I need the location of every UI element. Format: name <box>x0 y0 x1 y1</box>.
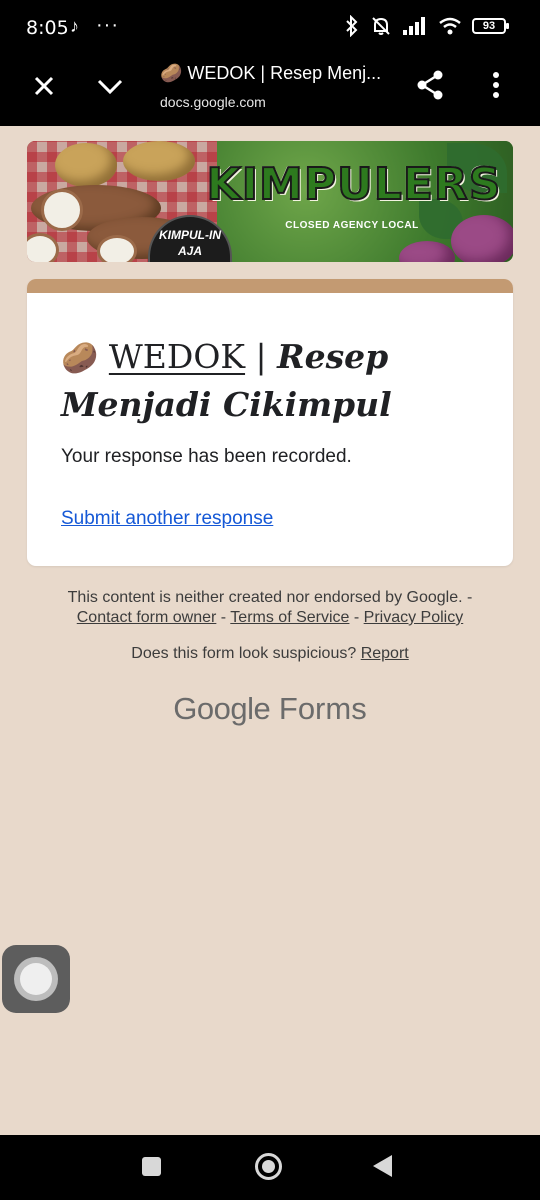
mute-bell-icon <box>372 17 390 35</box>
wifi-icon <box>439 17 461 35</box>
bluetooth-icon <box>346 15 358 37</box>
home-circle-icon[interactable] <box>255 1153 282 1180</box>
share-icon[interactable] <box>414 69 446 101</box>
close-icon[interactable] <box>28 70 60 102</box>
signal-icon <box>403 17 425 35</box>
form-title-separator: | <box>245 337 278 376</box>
system-navigation-bar <box>0 1135 540 1200</box>
taro-slice-illustration <box>41 189 83 231</box>
potato-illustration <box>123 141 195 181</box>
tiktok-notification-icon: ♪ <box>70 16 79 36</box>
potato-emoji-icon: 🥔 <box>61 341 99 376</box>
recents-square-icon[interactable] <box>142 1157 161 1176</box>
google-disclaimer: This content is neither created nor endo… <box>67 589 473 606</box>
footer-separator: - <box>216 609 231 626</box>
more-notifications-icon: ··· <box>96 14 119 36</box>
status-bar: 8:05 ♪ ··· 93 <box>0 0 540 56</box>
status-time: 8:05 <box>26 17 69 39</box>
footer-links: Contact form owner - Terms of Service - … <box>0 609 540 627</box>
suspicious-form-notice: Does this form look suspicious? Report <box>0 645 540 663</box>
more-vertical-icon[interactable] <box>480 69 512 101</box>
submit-another-response-link[interactable]: Submit another response <box>61 508 273 530</box>
google-forms-logo[interactable]: Google Forms <box>0 691 540 727</box>
chevron-down-icon[interactable] <box>94 70 126 102</box>
response-recorded-message: Your response has been recorded. <box>61 446 352 467</box>
assistive-touch-button[interactable] <box>2 945 70 1013</box>
privacy-policy-link[interactable]: Privacy Policy <box>364 609 464 626</box>
taro-slice-illustration <box>97 235 137 262</box>
form-title-main: WEDOK <box>108 337 246 376</box>
report-link[interactable]: Report <box>361 645 409 662</box>
browser-toolbar: 🥔 WEDOK | Resep Menj... docs.google.com <box>0 56 540 126</box>
status-icons: 93 <box>344 15 509 37</box>
forms-wordmark: Forms <box>270 691 367 726</box>
google-wordmark: Google <box>173 691 271 726</box>
purple-yam-illustration <box>451 215 513 262</box>
terms-of-service-link[interactable]: Terms of Service <box>230 609 349 626</box>
form-header-banner: KIMPULERS CLOSED AGENCY LOCAL KIMPUL-IN … <box>27 141 513 262</box>
contact-form-owner-link[interactable]: Contact form owner <box>77 609 217 626</box>
page-title: 🥔 WEDOK | Resep Menj... <box>160 63 382 83</box>
battery-indicator: 93 <box>472 18 509 34</box>
footer-separator: - <box>349 609 364 626</box>
form-title: 🥔 WEDOK | Resep Menjadi Cikimpul <box>61 334 501 428</box>
card-accent-bar <box>27 279 513 293</box>
banner-brand-title: KIMPULERS <box>206 158 502 211</box>
banner-subtitle: CLOSED AGENCY LOCAL <box>285 220 419 231</box>
suspicious-form-text: Does this form look suspicious? <box>131 645 361 662</box>
confirmation-card: 🥔 WEDOK | Resep Menjadi Cikimpul Your re… <box>27 279 513 566</box>
page-url: docs.google.com <box>160 94 266 110</box>
back-triangle-icon[interactable] <box>373 1155 392 1177</box>
assistive-dot-icon <box>20 963 52 995</box>
potato-illustration <box>55 143 117 187</box>
